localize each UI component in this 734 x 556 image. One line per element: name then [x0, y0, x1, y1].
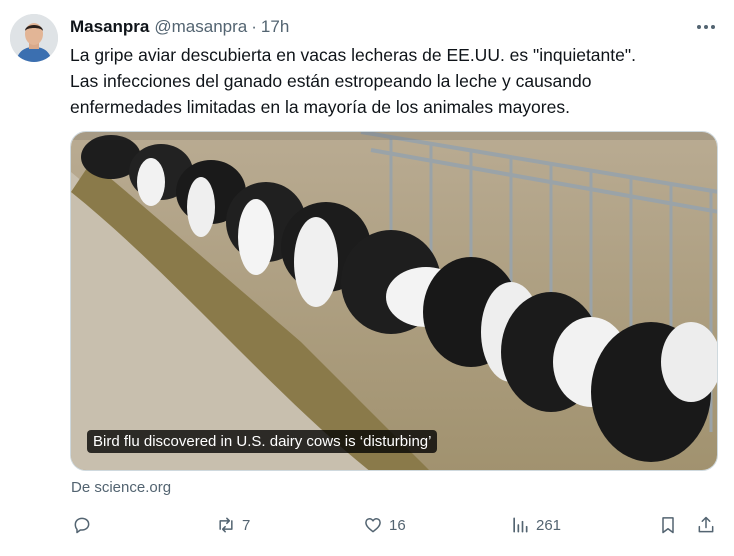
separator-dot: · [251, 17, 257, 36]
author-avatar[interactable] [10, 14, 58, 62]
card-caption: Bird flu discovered in U.S. dairy cows i… [87, 430, 438, 453]
reply-icon [74, 517, 90, 534]
card-source[interactable]: De science.org [71, 479, 171, 496]
share-icon [698, 516, 714, 533]
tweet-text-line: enfermedades limitadas en la mayoría de … [70, 97, 570, 117]
retweet-count: 7 [242, 516, 251, 534]
tweet-text-line: Las infecciones del ganado están estrope… [70, 71, 592, 91]
tweet-text-line: La gripe aviar descubierta en vacas lech… [70, 45, 636, 65]
retweet-icon [219, 517, 233, 533]
heart-icon [365, 518, 381, 533]
bookmark-icon [662, 517, 674, 534]
tweet-header: Masanpra @masanpra · 17h [70, 16, 289, 38]
views-button[interactable]: 261 [510, 512, 561, 538]
views-count: 261 [536, 516, 562, 534]
retweet-button[interactable]: 7 [216, 512, 250, 538]
avatar-photo-icon [10, 14, 58, 62]
display-name[interactable]: Masanpra [70, 17, 149, 37]
reply-button[interactable] [72, 512, 92, 538]
timestamp[interactable]: 17h [261, 17, 289, 37]
card-image [71, 132, 717, 470]
tweet-actions: 7 16 261 [70, 512, 722, 538]
like-count: 16 [389, 516, 406, 534]
views-chart-icon [513, 517, 528, 533]
user-handle[interactable]: @masanpra [154, 17, 247, 37]
share-button[interactable] [696, 512, 716, 538]
like-button[interactable]: 16 [363, 512, 406, 538]
tweet-text: La gripe aviar descubierta en vacas lech… [70, 42, 720, 120]
bookmark-button[interactable] [658, 512, 678, 538]
more-options-button[interactable] [694, 16, 718, 38]
more-dots-icon [697, 25, 715, 29]
link-card[interactable]: Bird flu discovered in U.S. dairy cows i… [70, 131, 718, 471]
